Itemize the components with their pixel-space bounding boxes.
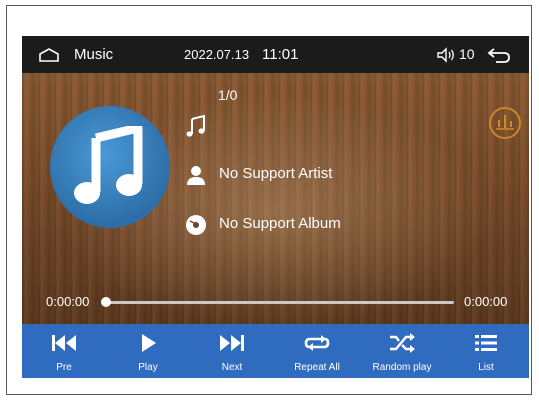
total-time: 0:00:00 (464, 294, 508, 309)
repeat-icon (304, 335, 330, 351)
progress-track[interactable] (106, 301, 454, 304)
repeat-button[interactable]: Repeat All (275, 324, 359, 378)
album-icon (186, 215, 206, 235)
next-label: Next (221, 362, 243, 373)
album-art (50, 106, 170, 228)
list-label: List (478, 362, 494, 373)
album-art-music-note-icon (74, 126, 143, 204)
random-play-label: Random play (372, 362, 432, 373)
random-play-button[interactable]: Random play (360, 324, 444, 378)
artist-icon (187, 166, 205, 185)
list-icon (475, 335, 497, 351)
previous-label: Pre (56, 362, 72, 373)
back-icon[interactable] (486, 46, 512, 64)
current-time: 0:00:00 (46, 294, 90, 309)
control-bar: Pre Play Next Repeat All Random play Lis… (22, 324, 529, 378)
play-button[interactable]: Play (106, 324, 190, 378)
app-title: Music (74, 46, 114, 63)
artist-name: No Support Artist (219, 165, 333, 182)
shuffle-icon (390, 333, 415, 353)
equalizer-icon[interactable] (488, 106, 522, 140)
music-note-icon (186, 114, 205, 137)
play-icon (142, 334, 156, 352)
status-bar: Music 2022.07.13 11:01 10 (22, 36, 529, 73)
volume-icon[interactable] (436, 47, 456, 63)
previous-icon (52, 335, 76, 351)
album-name: No Support Album (219, 215, 341, 232)
repeat-label: Repeat All (294, 362, 340, 373)
home-icon[interactable] (38, 47, 60, 63)
track-index: 1/0 (218, 87, 238, 103)
next-button[interactable]: Next (190, 324, 274, 378)
list-button[interactable]: List (444, 324, 528, 378)
music-player-screen: Music 2022.07.13 11:01 10 1/0 No Support… (22, 36, 529, 378)
next-icon (220, 335, 244, 351)
date-display: 2022.07.13 (184, 47, 250, 62)
time-display: 11:01 (262, 46, 299, 63)
volume-level: 10 (459, 46, 475, 62)
previous-button[interactable]: Pre (22, 324, 106, 378)
progress-thumb[interactable] (101, 297, 111, 307)
play-label: Play (138, 362, 158, 373)
